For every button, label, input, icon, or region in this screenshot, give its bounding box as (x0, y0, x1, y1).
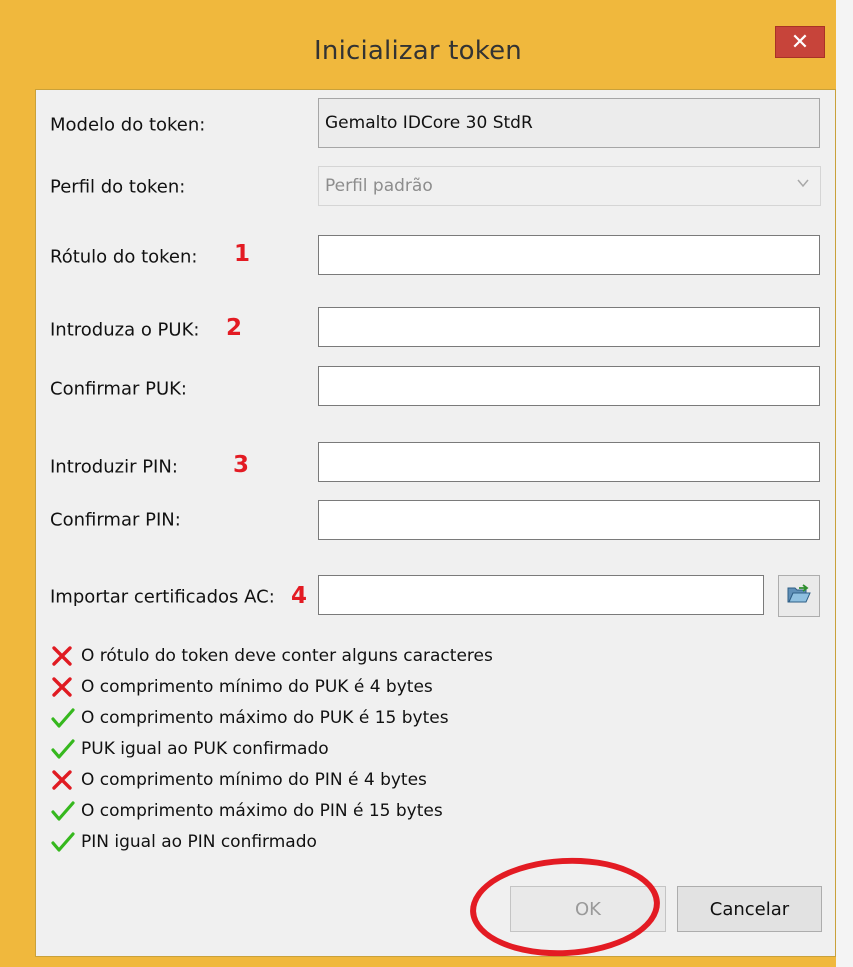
folder-open-icon (786, 583, 812, 609)
annotation-number-3: 3 (233, 452, 250, 478)
validation-text: O comprimento máximo do PUK é 15 bytes (81, 708, 449, 728)
validation-text: O comprimento mínimo do PUK é 4 bytes (81, 677, 433, 697)
fail-x-icon (50, 765, 76, 795)
pin-input[interactable] (318, 442, 820, 482)
validation-text: O comprimento mínimo do PIN é 4 bytes (81, 770, 427, 790)
model-field: Gemalto IDCore 30 StdR (318, 98, 820, 148)
import-ca-input[interactable] (318, 575, 764, 615)
profile-select: Perfil padrão (318, 166, 821, 206)
token-label-label: Rótulo do token: (50, 246, 198, 268)
browse-certificates-button[interactable] (778, 575, 820, 617)
pin-label: Introduzir PIN: (50, 456, 178, 478)
pass-check-icon (50, 734, 76, 764)
cancel-button-label: Cancelar (709, 898, 790, 920)
model-value: Gemalto IDCore 30 StdR (325, 113, 533, 133)
validation-text: PUK igual ao PUK confirmado (81, 739, 329, 759)
annotation-number-1: 1 (234, 241, 251, 267)
validation-text: O rótulo do token deve conter alguns car… (81, 646, 493, 666)
close-icon: ✕ (790, 29, 810, 55)
puk-confirm-input[interactable] (318, 366, 820, 406)
annotation-number-2: 2 (226, 315, 243, 341)
close-button[interactable]: ✕ (775, 26, 825, 58)
puk-confirm-label: Confirmar PUK: (50, 378, 187, 400)
chevron-down-icon (796, 175, 810, 194)
validation-text: O comprimento máximo do PIN é 15 bytes (81, 801, 443, 821)
fail-x-icon (50, 672, 76, 702)
dialog-title: Inicializar token (314, 36, 522, 66)
fail-x-icon (50, 641, 76, 671)
pass-check-icon (50, 703, 76, 733)
profile-label: Perfil do token: (50, 176, 186, 198)
model-label: Modelo do token: (50, 114, 206, 136)
pin-confirm-input[interactable] (318, 500, 820, 540)
cancel-button[interactable]: Cancelar (677, 886, 822, 932)
pass-check-icon (50, 827, 76, 857)
validation-text: PIN igual ao PIN confirmado (81, 832, 317, 852)
annotation-number-4: 4 (291, 583, 308, 609)
pass-check-icon (50, 796, 76, 826)
title-bar[interactable]: Inicializar token ✕ (0, 0, 836, 82)
token-label-input[interactable] (318, 235, 820, 275)
puk-input[interactable] (318, 307, 820, 347)
puk-label: Introduza o PUK: (50, 319, 200, 341)
pin-confirm-label: Confirmar PIN: (50, 509, 181, 531)
import-ca-label: Importar certificados AC: (50, 586, 275, 608)
profile-value: Perfil padrão (325, 176, 433, 196)
